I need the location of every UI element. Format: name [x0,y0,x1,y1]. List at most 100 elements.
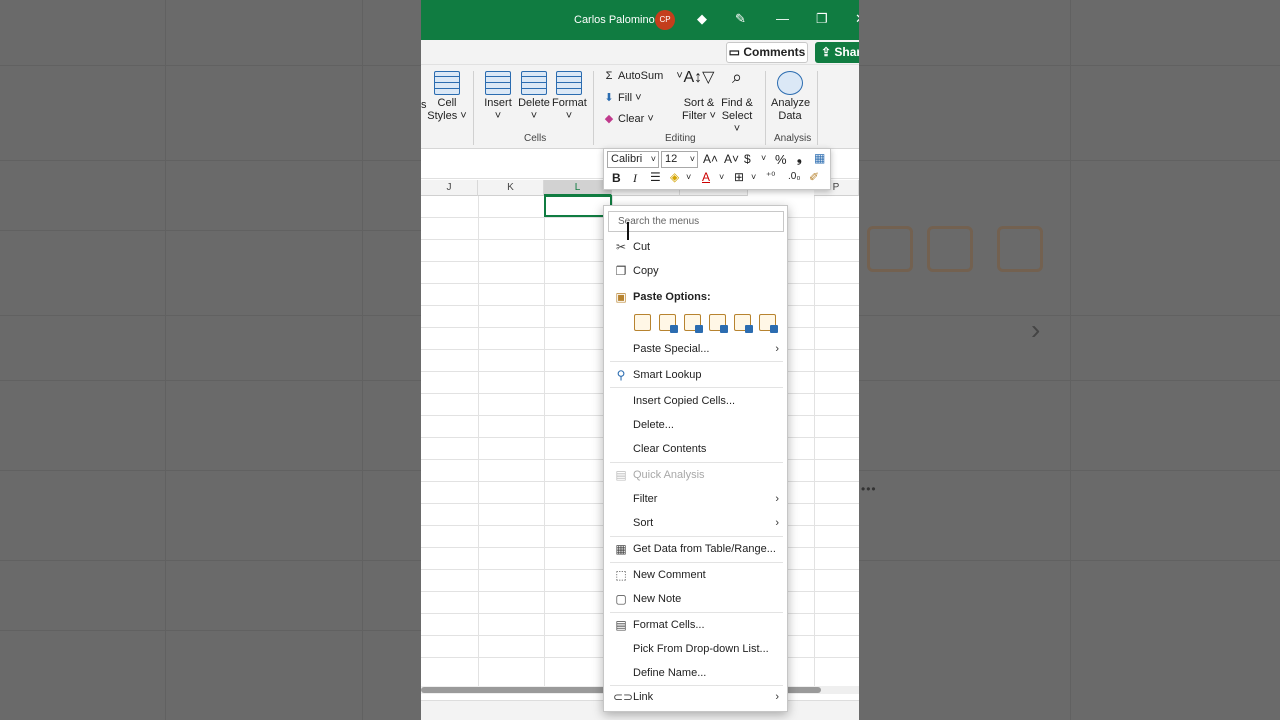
chevron-down-icon[interactable]: ˅ [719,172,724,182]
menu-item-smart-lookup[interactable]: ⚲ Smart Lookup [604,364,787,386]
menu-item-label: Insert Copied Cells... [633,395,736,407]
menu-item-format-cells[interactable]: ▤ Format Cells... [604,614,787,636]
comments-label: Comments [743,45,806,59]
percent-button[interactable]: % [775,152,787,167]
backdrop-left [0,0,421,720]
sort-filter-icon: A↕▽ [683,69,715,86]
decrease-font-icon[interactable]: A˅ [724,152,739,166]
paste-formulas-icon[interactable] [684,314,703,333]
column-header-k[interactable]: K [478,180,544,196]
fill-label: Fill [618,92,633,104]
paste-values-icon[interactable] [659,314,678,333]
share-icon: ⇪ [821,45,832,59]
analyze-label: Analyze [771,97,811,109]
insert-button[interactable]: Insert ˅ [481,71,515,123]
column-header-j[interactable]: J [421,180,478,196]
sort-filter-button[interactable]: A↕▽ Sort & Filter ˅ [680,69,718,123]
paste-transpose-icon[interactable] [709,314,728,333]
bold-button[interactable]: B [612,171,621,185]
delete-button[interactable]: Delete ˅ [517,71,551,123]
clear-button[interactable]: ◆ Clear ˅ [603,112,654,125]
magnifier-icon: ⌕ [731,67,743,87]
comment-bar: ▭ Comments ⇪ Share [421,40,859,65]
analyze-data-icon [777,71,803,95]
copy-icon: ❐ [615,264,627,278]
quick-analysis-icon: ▤ [615,468,627,482]
cell-styles-icon [434,71,460,95]
paste-formatting-icon[interactable] [734,314,753,333]
column-header-l[interactable]: L [544,180,612,196]
backdrop-right [859,0,1280,720]
decrease-decimal-icon[interactable]: .0₀ [788,171,801,182]
blurred-dots-icon: ••• [861,482,877,496]
menu-item-quick-analysis: ▤ Quick Analysis [604,464,787,486]
increase-font-icon[interactable]: A˄ [703,152,718,166]
mini-toolbar: Calibri ˅ 12 ˅ A˄ A˅ $ ˅ % ❟ ▦ B I ☰ ◈ ˅ A… [603,148,831,190]
autosum-button[interactable]: Σ AutoSum ˅ [603,70,683,82]
comments-button[interactable]: ▭ Comments [726,42,808,63]
search-menus-input[interactable]: Search the menus [608,211,784,232]
menu-item-paste-special[interactable]: Paste Special... › [604,338,787,360]
pen-icon[interactable]: ✎ [735,11,746,27]
restore-icon[interactable]: ❐ [816,11,828,27]
menu-item-insert-copied-cells[interactable]: Insert Copied Cells... [604,390,787,412]
find-select-button[interactable]: ⌕ Find & Select ˅ [717,67,757,136]
format-painter-icon[interactable]: ✐ [809,170,819,184]
chevron-down-icon[interactable]: ˅ [751,172,756,182]
comma-style-button[interactable]: ❟ [797,151,802,166]
chevron-down-icon[interactable]: ˅ [761,153,766,163]
sort-filter-label2: Filter ˅ [682,110,716,122]
font-size-select[interactable]: 12 ˅ [661,151,698,168]
autosum-label: AutoSum [618,70,664,82]
chevron-right-icon: › [775,493,779,505]
delete-label: Delete [518,97,550,109]
menu-item-link[interactable]: ⊂⊃ Link › [604,686,787,708]
borders-icon[interactable]: ⊞ [734,170,744,184]
font-name-select[interactable]: Calibri ˅ [607,151,659,168]
blurred-chevron-icon: › [1031,314,1041,345]
menu-item-pick-dropdown[interactable]: Pick From Drop-down List... [604,638,787,660]
italic-button[interactable]: I [633,171,637,186]
increase-decimal-icon[interactable]: ⁺⁰ [766,171,775,182]
menu-item-get-data[interactable]: ▦ Get Data from Table/Range... [604,538,787,560]
menu-item-label: Copy [633,265,659,277]
table-icon: ▦ [615,542,627,556]
menu-item-clear-contents[interactable]: Clear Contents [604,438,787,460]
minimize-icon[interactable]: — [776,11,789,26]
analyze-label2: Data [778,110,802,122]
align-center-icon[interactable]: ☰ [650,170,661,184]
close-icon[interactable]: ✕ [855,11,859,27]
menu-item-filter[interactable]: Filter › [604,488,787,510]
fill-down-icon: ⬇ [604,92,614,104]
menu-item-new-comment[interactable]: ⬚ New Comment [604,564,787,586]
chevron-right-icon: › [775,691,779,703]
cell-styles-button[interactable]: Cell Styles ˅ [427,71,467,123]
font-name-value: Calibri [611,153,643,165]
menu-item-sort[interactable]: Sort › [604,512,787,534]
chevron-down-icon[interactable]: ˅ [686,172,691,182]
menu-item-new-note[interactable]: ▢ New Note [604,588,787,610]
analyze-data-button[interactable]: Analyze Data [771,71,811,123]
avatar[interactable]: CP [655,10,675,30]
menu-item-define-name[interactable]: Define Name... [604,662,787,684]
paste-link-icon[interactable] [759,314,778,333]
menu-item-delete[interactable]: Delete... [604,414,787,436]
menu-item-copy[interactable]: ❐ Copy [604,260,787,282]
format-cells-icon [556,71,582,95]
share-button[interactable]: ⇪ Share [815,42,859,63]
fill-color-icon[interactable]: ◈ [670,170,679,184]
insert-cells-icon [485,71,511,95]
menu-item-label: Delete... [633,419,674,431]
insert-label: Insert [484,97,512,109]
font-color-icon[interactable]: A [702,170,710,184]
cells-group-label: Cells [524,133,547,144]
format-button[interactable]: Format ˅ [552,71,587,123]
find-select-label2: Select ˅ [721,110,753,135]
diamond-icon[interactable]: ◆ [697,11,707,27]
format-table-icon[interactable]: ▦ [814,151,825,165]
active-cell[interactable] [544,195,612,217]
fill-button[interactable]: ⬇ Fill ˅ [603,91,641,104]
delete-cells-icon [521,71,547,95]
currency-button[interactable]: $ [744,152,751,166]
paste-icon[interactable] [634,314,651,331]
